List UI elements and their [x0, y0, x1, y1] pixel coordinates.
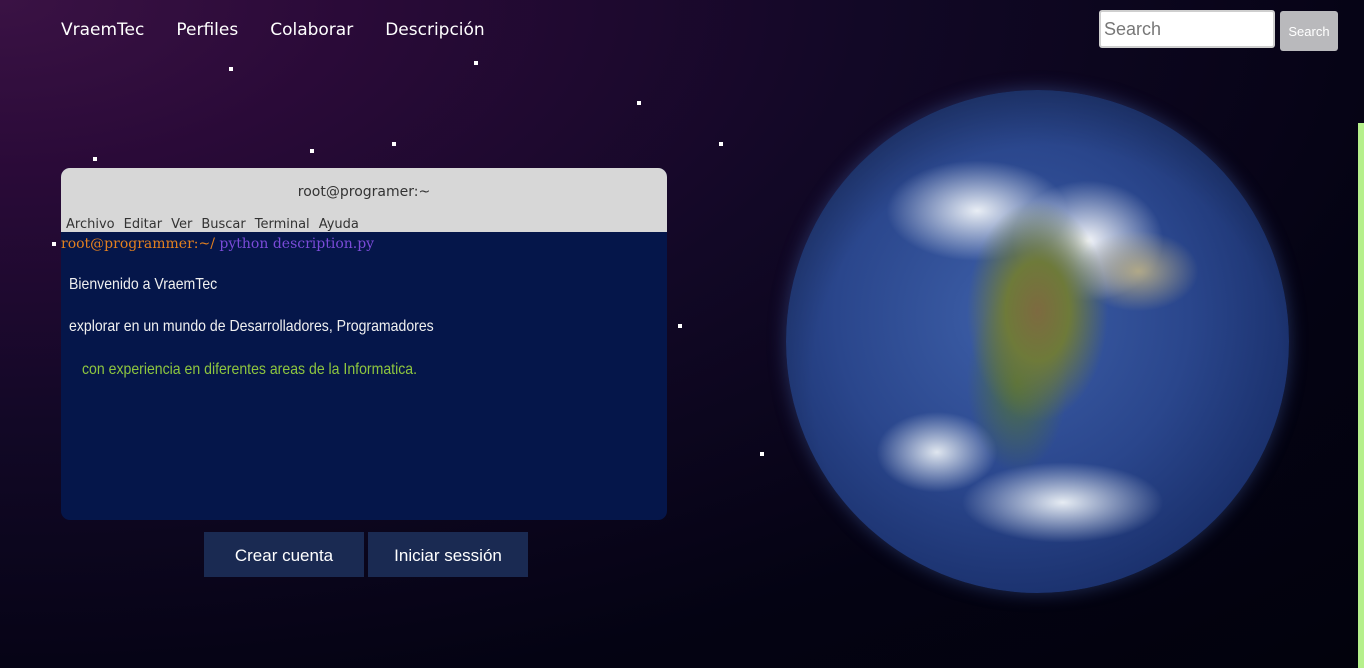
search-form: Search — [1099, 10, 1338, 51]
terminal-prompt: root@programmer:~/ python description.py — [61, 236, 374, 252]
terminal-window: root@programer:~ Archivo Editar Ver Busc… — [61, 168, 667, 520]
star-icon — [52, 242, 56, 246]
menu-archivo[interactable]: Archivo — [66, 217, 115, 232]
login-button[interactable]: Iniciar sessión — [368, 532, 528, 577]
star-icon — [310, 149, 314, 153]
star-icon — [760, 452, 764, 456]
menu-terminal[interactable]: Terminal — [255, 217, 310, 232]
menu-buscar[interactable]: Buscar — [201, 217, 245, 232]
top-nav: VraemTec Perfiles Colaborar Descripción — [61, 20, 485, 40]
terminal-line-explore: explorar en un mundo de Desarrolladores,… — [69, 318, 434, 335]
terminal-line-experience: con experiencia en diferentes areas de l… — [82, 361, 417, 378]
star-icon — [392, 142, 396, 146]
star-icon — [719, 142, 723, 146]
star-icon — [93, 157, 97, 161]
terminal-title: root@programer:~ — [297, 184, 431, 200]
search-input[interactable] — [1099, 10, 1275, 48]
search-button[interactable]: Search — [1280, 11, 1338, 51]
terminal-line-welcome: Bienvenido a VraemTec — [69, 276, 218, 293]
star-icon — [474, 61, 478, 65]
star-icon — [637, 101, 641, 105]
menu-ver[interactable]: Ver — [171, 217, 192, 232]
page-edge-strip — [1358, 123, 1364, 668]
prompt-command: python description.py — [219, 236, 375, 252]
nav-item-descripcion[interactable]: Descripción — [385, 20, 485, 40]
prompt-user: root@programmer:~/ — [61, 236, 215, 252]
earth-image — [786, 90, 1289, 593]
star-icon — [678, 324, 682, 328]
menu-editar[interactable]: Editar — [124, 217, 163, 232]
nav-brand-link[interactable]: VraemTec — [61, 20, 144, 40]
menu-ayuda[interactable]: Ayuda — [319, 217, 359, 232]
nav-item-colaborar[interactable]: Colaborar — [270, 20, 353, 40]
terminal-menu: Archivo Editar Ver Buscar Terminal Ayuda — [66, 217, 359, 232]
create-account-button[interactable]: Crear cuenta — [204, 532, 364, 577]
terminal-header: root@programer:~ Archivo Editar Ver Busc… — [61, 168, 667, 232]
nav-item-perfiles[interactable]: Perfiles — [176, 20, 238, 40]
star-icon — [229, 67, 233, 71]
